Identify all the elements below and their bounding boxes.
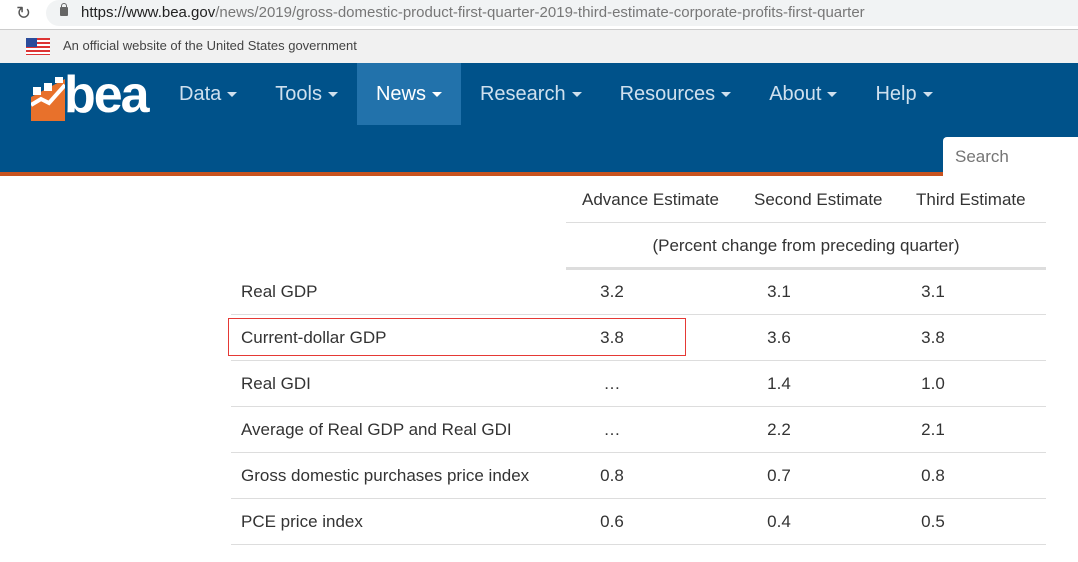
url-text: https://www.bea.gov/news/2019/gross-dome…	[81, 4, 865, 21]
address-bar[interactable]: https://www.bea.gov/news/2019/gross-dome…	[46, 0, 1078, 26]
table-row: PCE price index 0.6 0.4 0.5	[231, 499, 1046, 545]
caret-down-icon	[721, 91, 732, 97]
nav-data[interactable]: Data	[160, 63, 256, 125]
row-label: Real GDP	[241, 282, 318, 301]
caret-down-icon	[922, 91, 933, 97]
url-host: https://www.bea.gov	[81, 4, 216, 21]
nav-label: News	[375, 82, 426, 105]
row-value: 0.8	[921, 466, 945, 485]
table-row: Real GDP 3.2 3.1 3.1	[231, 269, 1046, 315]
nav-resources[interactable]: Resources	[601, 63, 751, 125]
browser-toolbar: ↻ https://www.bea.gov/news/2019/gross-do…	[0, 0, 1078, 30]
row-label: Real GDI	[241, 374, 311, 393]
caret-down-icon	[227, 91, 238, 97]
gov-banner-text: An official website of the United States…	[63, 38, 357, 53]
nav-tools[interactable]: Tools	[256, 63, 357, 125]
row-value: 2.2	[767, 420, 791, 439]
gov-banner: An official website of the United States…	[0, 30, 1078, 63]
nav-research[interactable]: Research	[461, 63, 601, 125]
row-value: 0.8	[600, 466, 624, 485]
row-value: 1.4	[767, 374, 791, 393]
row-value: 0.4	[767, 512, 791, 531]
nav-label: Data	[179, 82, 222, 105]
nav-label: Research	[479, 82, 566, 105]
main-nav: bea Data Tools News Research Resources A…	[0, 63, 1078, 176]
header-third: Third Estimate	[916, 190, 1026, 209]
row-label: Average of Real GDP and Real GDI	[241, 420, 512, 439]
row-label: Gross domestic purchases price index	[241, 466, 530, 485]
highlight-box	[228, 318, 686, 356]
row-value: 3.1	[767, 282, 791, 301]
header-second: Second Estimate	[754, 190, 883, 209]
row-value: 2.1	[921, 420, 945, 439]
reload-icon[interactable]: ↻	[16, 3, 31, 24]
lock-icon	[60, 3, 68, 16]
caret-down-icon	[431, 91, 442, 97]
nav-label: Help	[875, 82, 917, 105]
logo-text: bea	[64, 66, 150, 124]
row-value: …	[603, 374, 621, 393]
table-row: Real GDI … 1.4 1.0	[231, 361, 1046, 407]
table-row: Average of Real GDP and Real GDI … 2.2 2.1	[231, 407, 1046, 453]
search-input[interactable]	[943, 137, 1078, 176]
caret-down-icon	[571, 91, 582, 97]
nav-about[interactable]: About	[750, 63, 856, 125]
nav-news[interactable]: News	[356, 63, 461, 125]
row-value: 1.0	[921, 374, 945, 393]
nav-menu: Data Tools News Research Resources About…	[160, 63, 952, 125]
row-value: 0.7	[767, 466, 791, 485]
caret-down-icon	[827, 91, 838, 97]
logo-chart-icon	[31, 77, 65, 121]
caret-down-icon	[327, 91, 338, 97]
url-path: /news/2019/gross-domestic-product-first-…	[215, 4, 865, 21]
table-row: Gross domestic purchases price index 0.8 0…	[231, 453, 1046, 499]
nav-help[interactable]: Help	[856, 63, 951, 125]
row-value: 3.1	[921, 282, 945, 301]
row-value: 3.6	[767, 328, 791, 347]
nav-label: About	[769, 82, 822, 105]
bea-logo[interactable]: bea	[31, 66, 156, 124]
row-value: …	[603, 420, 621, 439]
row-label: PCE price index	[241, 512, 363, 531]
us-flag-icon	[26, 38, 50, 55]
row-value: 3.8	[921, 328, 945, 347]
header-advance: Advance Estimate	[582, 190, 720, 209]
row-value: 0.5	[921, 512, 945, 531]
row-value: 0.6	[600, 512, 624, 531]
nav-label: Tools	[275, 82, 322, 105]
row-value: 3.2	[600, 282, 624, 301]
nav-label: Resources	[619, 82, 716, 105]
table-subheader: (Percent change from preceding quarter)	[566, 222, 1046, 270]
